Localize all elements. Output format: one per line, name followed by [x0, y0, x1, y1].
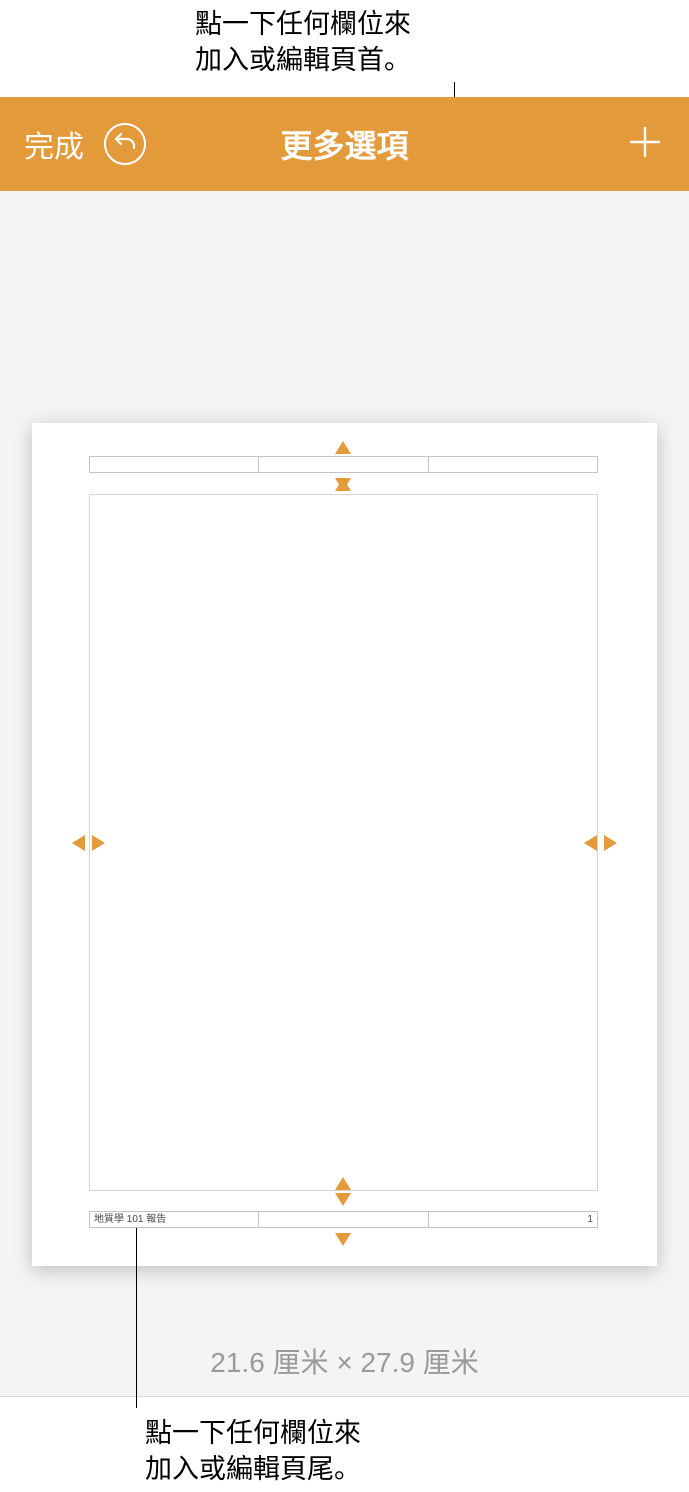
add-button[interactable] [625, 124, 665, 164]
done-button[interactable]: 完成 [24, 122, 84, 166]
footer-field-center[interactable] [259, 1212, 428, 1227]
undo-button[interactable] [104, 123, 146, 165]
margin-handle-right-outer-icon[interactable] [604, 835, 617, 851]
margin-handle-left-outer-icon[interactable] [72, 835, 85, 851]
page-body-area[interactable] [89, 494, 598, 1191]
header-field-center[interactable] [259, 457, 428, 472]
callout-footer: 點一下任何欄位來加入或編輯頁尾。 [145, 1415, 361, 1488]
callout-header: 點一下任何欄位來加入或編輯頁首。 [195, 6, 411, 79]
margin-handle-body-top-up-icon[interactable] [335, 478, 351, 491]
footer-field-right[interactable]: 1 [429, 1212, 597, 1227]
document-canvas[interactable]: 地質學 101 報告 1 21.6 厘米 × 27. [0, 191, 689, 1397]
margin-handle-bottom-outer-icon[interactable] [335, 1233, 351, 1246]
app-window: 完成 更多選項 [0, 97, 689, 1397]
page: 地質學 101 報告 1 [32, 423, 657, 1266]
undo-icon [113, 130, 137, 159]
margin-handle-right-inner-icon[interactable] [584, 835, 597, 851]
header-field-right[interactable] [429, 457, 597, 472]
callout-line-footer [136, 1228, 137, 1408]
margin-handle-body-bottom-up-icon[interactable] [335, 1177, 351, 1190]
footer-fields: 地質學 101 報告 1 [89, 1211, 598, 1228]
page-size-label: 21.6 厘米 × 27.9 厘米 [0, 1341, 689, 1381]
margin-handle-top-outer-icon[interactable] [335, 441, 351, 454]
toolbar-title: 更多選項 [280, 121, 408, 167]
header-field-left[interactable] [90, 457, 259, 472]
margin-handle-left-inner-icon[interactable] [92, 835, 105, 851]
margin-handle-body-bottom-down-icon[interactable] [335, 1193, 351, 1206]
plus-icon [627, 124, 663, 165]
footer-field-left[interactable]: 地質學 101 報告 [90, 1212, 259, 1227]
toolbar: 完成 更多選項 [0, 97, 689, 191]
header-fields [89, 456, 598, 473]
